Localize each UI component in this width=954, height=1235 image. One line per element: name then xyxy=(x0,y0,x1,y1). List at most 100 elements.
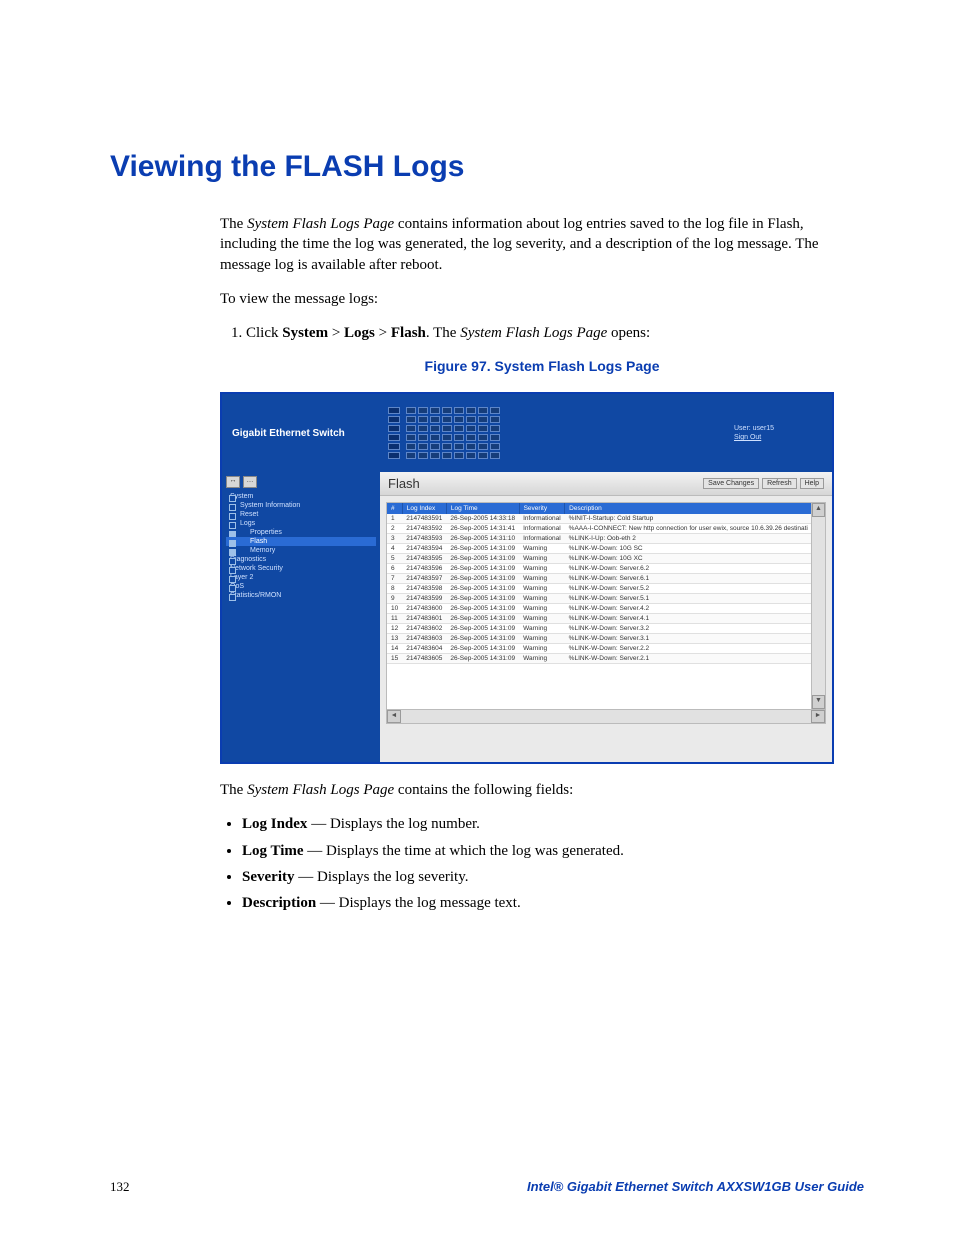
cell-sev: Warning xyxy=(519,574,565,584)
table-row[interactable]: 2214748359226-Sep-2005 14:31:41Informati… xyxy=(387,524,812,534)
nav-item-label[interactable]: System xyxy=(230,493,253,500)
table-row[interactable]: 4214748359426-Sep-2005 14:31:09Warning%L… xyxy=(387,544,812,554)
nav-item-qos[interactable]: QoS xyxy=(226,582,376,591)
nav-item-label[interactable]: Layer 2 xyxy=(230,574,253,581)
cell-time: 26-Sep-2005 14:31:09 xyxy=(446,614,519,624)
nav-item-label[interactable]: Statistics/RMON xyxy=(230,592,281,599)
text: The xyxy=(220,216,247,232)
nav-sidebar: ↔ … System System Information Reset Logs Pro… xyxy=(222,472,380,762)
nav-item-system-information[interactable]: System Information xyxy=(226,501,376,510)
table-row[interactable]: 1214748359126-Sep-2005 14:33:18Informati… xyxy=(387,514,812,524)
embedded-screenshot: Gigabit Ethernet Switch User: user15 Sig… xyxy=(220,392,834,764)
field-term: Log Time xyxy=(242,843,304,859)
cell-idx: 2147483592 xyxy=(402,524,446,534)
cell-desc: %LINK-I-Up: Oob-eth 2 xyxy=(565,534,812,544)
help-button[interactable]: Help xyxy=(800,478,824,489)
cell-time: 26-Sep-2005 14:31:10 xyxy=(446,534,519,544)
cell-desc: %LINK-W-Down: Server.5.2 xyxy=(565,584,812,594)
field-item: Log Index — Displays the log number. xyxy=(242,814,864,834)
cell-time: 26-Sep-2005 14:31:09 xyxy=(446,654,519,664)
nav-item-label[interactable]: Diagnostics xyxy=(230,556,266,563)
table-row[interactable]: 8214748359826-Sep-2005 14:31:09Warning%L… xyxy=(387,584,812,594)
lead-in: To view the message logs: xyxy=(220,289,864,309)
nav-item-label[interactable]: System Information xyxy=(240,502,300,509)
col-num[interactable]: # xyxy=(387,503,402,514)
table-row[interactable]: 6214748359626-Sep-2005 14:31:09Warning%L… xyxy=(387,564,812,574)
cell-desc: %INIT-I-Startup: Cold Startup xyxy=(565,514,812,524)
col-description[interactable]: Description xyxy=(565,503,812,514)
scroll-up-icon[interactable]: ▲ xyxy=(812,503,825,517)
table-row[interactable]: 7214748359726-Sep-2005 14:31:09Warning%L… xyxy=(387,574,812,584)
refresh-button[interactable]: Refresh xyxy=(762,478,797,489)
cell-desc: %LINK-W-Down: 10G SC xyxy=(565,544,812,554)
table-header-row: # Log Index Log Time Severity Descriptio… xyxy=(387,503,812,514)
nav-item-label[interactable]: Memory xyxy=(250,547,275,554)
screenshot-body: ↔ … System System Information Reset Logs Pro… xyxy=(222,472,832,762)
table-row[interactable]: 11214748360126-Sep-2005 14:31:09Warning%… xyxy=(387,614,812,624)
nav-item-properties[interactable]: Properties xyxy=(226,528,376,537)
col-severity[interactable]: Severity xyxy=(519,503,565,514)
cell-idx: 2147483599 xyxy=(402,594,446,604)
text: The xyxy=(220,782,247,798)
table-row[interactable]: 12214748360226-Sep-2005 14:31:09Warning%… xyxy=(387,624,812,634)
table-row[interactable]: 14214748360426-Sep-2005 14:31:09Warning%… xyxy=(387,644,812,654)
scroll-right-icon[interactable]: ► xyxy=(811,710,825,723)
nav-item-logs[interactable]: Logs xyxy=(226,519,376,528)
nav-item-label[interactable]: Logs xyxy=(240,520,255,527)
nav-item-layer-2[interactable]: Layer 2 xyxy=(226,573,376,582)
nav-item-flash[interactable]: Flash xyxy=(226,537,376,546)
tree-collapse-all-button[interactable]: … xyxy=(243,476,257,488)
table-row[interactable]: 13214748360326-Sep-2005 14:31:09Warning%… xyxy=(387,634,812,644)
cell-idx: 2147483600 xyxy=(402,604,446,614)
sign-out-link[interactable]: Sign Out xyxy=(734,434,761,441)
cell-n: 13 xyxy=(387,634,402,644)
col-log-time[interactable]: Log Time xyxy=(446,503,519,514)
fields-lead: The System Flash Logs Page contains the … xyxy=(220,780,864,800)
table-row[interactable]: 9214748359926-Sep-2005 14:31:09Warning%L… xyxy=(387,594,812,604)
nav-item-label[interactable]: Properties xyxy=(250,529,282,536)
cell-idx: 2147483601 xyxy=(402,614,446,624)
page-footer: 132 Intel® Gigabit Ethernet Switch AXXSW… xyxy=(110,1179,864,1195)
vertical-scrollbar[interactable]: ▲ ▼ xyxy=(811,503,825,709)
field-desc: — Displays the time at which the log was… xyxy=(304,843,624,859)
nav-item-label[interactable]: Reset xyxy=(240,511,258,518)
nav-item-label[interactable]: QoS xyxy=(230,583,244,590)
table-row[interactable]: 3214748359326-Sep-2005 14:31:10Informati… xyxy=(387,534,812,544)
nav-item-memory[interactable]: Memory xyxy=(226,546,376,555)
nav-item-statistics-rmon[interactable]: Statistics/RMON xyxy=(226,591,376,600)
cell-sev: Warning xyxy=(519,624,565,634)
content-buttons: Save Changes Refresh Help xyxy=(703,478,824,489)
nav-item-label[interactable]: Network Security xyxy=(230,565,283,572)
cell-desc: %LINK-W-Down: Server.6.1 xyxy=(565,574,812,584)
field-item: Severity — Displays the log severity. xyxy=(242,867,864,887)
cell-idx: 2147483595 xyxy=(402,554,446,564)
nav-item-network-security[interactable]: Network Security xyxy=(226,564,376,573)
nav-item-label[interactable]: Flash xyxy=(250,538,267,545)
cell-sev: Warning xyxy=(519,654,565,664)
save-changes-button[interactable]: Save Changes xyxy=(703,478,759,489)
scroll-left-icon[interactable]: ◄ xyxy=(387,710,401,723)
screenshot-header: Gigabit Ethernet Switch User: user15 Sig… xyxy=(222,394,832,472)
cell-time: 26-Sep-2005 14:31:09 xyxy=(446,554,519,564)
table-row[interactable]: 10214748360026-Sep-2005 14:31:09Warning%… xyxy=(387,604,812,614)
menu-path-system: System xyxy=(282,325,328,341)
cell-time: 26-Sep-2005 14:31:09 xyxy=(446,594,519,604)
nav-item-reset[interactable]: Reset xyxy=(226,510,376,519)
table-row[interactable]: 15214748360526-Sep-2005 14:31:09Warning%… xyxy=(387,654,812,664)
nav-item-system[interactable]: System xyxy=(226,492,376,501)
col-log-index[interactable]: Log Index xyxy=(402,503,446,514)
cell-time: 26-Sep-2005 14:31:41 xyxy=(446,524,519,534)
field-term: Description xyxy=(242,895,316,911)
table-row[interactable]: 5214748359526-Sep-2005 14:31:09Warning%L… xyxy=(387,554,812,564)
tree-expand-all-button[interactable]: ↔ xyxy=(226,476,240,488)
content-title: Flash xyxy=(388,476,420,491)
menu-path-logs: Logs xyxy=(344,325,375,341)
cell-desc: %LINK-W-Down: Server.2.2 xyxy=(565,644,812,654)
horizontal-scrollbar[interactable]: ◄ ► xyxy=(387,709,825,723)
cell-sev: Informational xyxy=(519,524,565,534)
cell-desc: %LINK-W-Down: Server.4.2 xyxy=(565,604,812,614)
cell-sev: Warning xyxy=(519,544,565,554)
nav-item-diagnostics[interactable]: Diagnostics xyxy=(226,555,376,564)
scroll-down-icon[interactable]: ▼ xyxy=(812,695,825,709)
step-list: Click System > Logs > Flash. The System … xyxy=(220,323,864,343)
